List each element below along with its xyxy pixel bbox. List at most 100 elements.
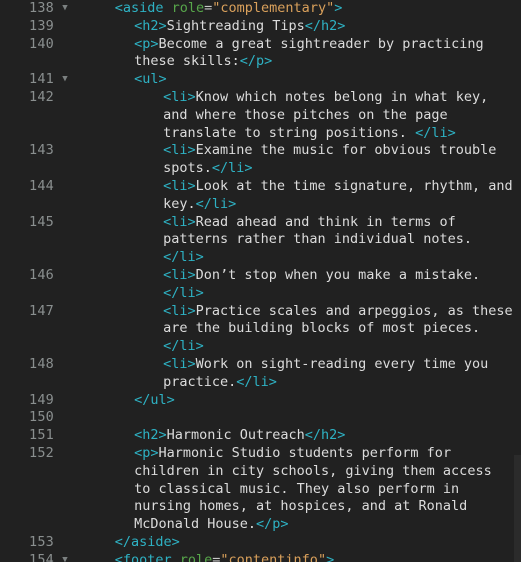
code-line-content[interactable]: <li>Practice scales and arpeggios, as th…	[76, 303, 521, 356]
code-token-text: Sightreading Tips	[166, 17, 305, 34]
line-gutter: 145	[0, 214, 76, 232]
code-line-content[interactable]: <li>Work on sight-reading every time you…	[76, 356, 521, 392]
code-token-tag: <p>	[134, 444, 159, 461]
line-gutter: 138 ▼	[0, 0, 76, 18]
code-token-text: Work on sight-reading every time you pra…	[163, 355, 497, 390]
vertical-scrollbar-thumb[interactable]	[514, 455, 521, 562]
line-gutter: 149	[0, 392, 76, 410]
code-line-content[interactable]	[76, 409, 521, 427]
code-token-tag: </p>	[256, 516, 289, 533]
code-line[interactable]: 151 <h2>Harmonic Outreach</h2>	[0, 427, 521, 445]
code-token-tag: <li>	[163, 302, 196, 319]
code-line-content[interactable]: <li>Don’t stop when you make a mistake. …	[76, 267, 521, 303]
line-gutter: 147	[0, 303, 76, 321]
code-line[interactable]: 138 ▼ <aside role="complementary">	[0, 0, 521, 18]
fold-collapse-icon[interactable]: ▼	[54, 0, 76, 18]
code-line[interactable]: 140 <p>Become a great sightreader by prac…	[0, 36, 521, 72]
line-number: 151	[29, 427, 54, 444]
code-token-attr: role	[179, 551, 213, 562]
code-token-text: Harmonic Outreach	[166, 427, 305, 444]
code-line-content[interactable]: <p>Harmonic Studio students perform for …	[76, 445, 521, 534]
code-token-text: Don’t stop when you make a mistake.	[195, 266, 489, 283]
code-line-content[interactable]: <li>Look at the time signature, rhythm, …	[76, 178, 521, 214]
code-line-content[interactable]: <li>Know which notes belong in what key,…	[76, 89, 521, 142]
code-token-tag: <h2>	[134, 17, 167, 34]
fold-collapse-icon[interactable]: ▼	[54, 71, 76, 89]
line-number: 139	[29, 17, 54, 34]
line-number: 150	[29, 409, 54, 426]
code-token-tag: </li>	[211, 160, 253, 177]
code-token-tag: <li>	[163, 213, 196, 230]
code-line-content[interactable]: <aside role="complementary">	[76, 0, 521, 18]
code-line[interactable]: 147 <li>Practice scales and arpeggios, as…	[0, 303, 521, 356]
line-number: 154	[29, 551, 54, 562]
code-line-content[interactable]: <ul>	[76, 71, 521, 89]
line-number: 147	[29, 302, 54, 319]
code-line[interactable]: 144 <li>Look at the time signature, rhyth…	[0, 178, 521, 214]
line-gutter: 152	[0, 445, 76, 463]
code-line[interactable]: 145 <li>Read ahead and think in terms of …	[0, 214, 521, 267]
line-gutter: 143	[0, 142, 76, 160]
code-token-tag: </aside>	[114, 533, 180, 550]
line-number: 142	[29, 88, 54, 105]
code-token-tag: >	[326, 551, 335, 562]
fold-collapse-icon[interactable]: ▼	[54, 552, 76, 562]
line-gutter: 154 ▼	[0, 552, 76, 562]
code-line-content[interactable]: <p>Become a great sightreader by practic…	[76, 36, 521, 72]
code-line-content[interactable]: <li>Examine the music for obvious troubl…	[76, 142, 521, 178]
line-gutter: 150	[0, 409, 76, 427]
code-token-tag: <h2>	[134, 427, 167, 444]
line-number: 153	[29, 533, 54, 550]
code-token-attr: role	[171, 0, 205, 16]
line-number: 141	[29, 71, 54, 88]
line-number: 146	[29, 266, 54, 283]
code-token-text: Harmonic Studio students perform for chi…	[134, 444, 500, 533]
code-token-tag: </h2>	[304, 17, 346, 34]
line-number: 149	[29, 391, 54, 408]
code-token-text: Become a great sightreader by practicing…	[134, 35, 492, 70]
line-gutter: 146	[0, 267, 76, 285]
line-number: 152	[29, 444, 54, 461]
code-line[interactable]: 152 <p>Harmonic Studio students perform f…	[0, 445, 521, 534]
code-line[interactable]: 149 </ul>	[0, 392, 521, 410]
code-line[interactable]: 142 <li>Know which notes belong in what k…	[0, 89, 521, 142]
line-number: 143	[29, 142, 54, 159]
code-line-content[interactable]: <footer role="contentinfo">	[76, 552, 521, 562]
line-gutter: 139	[0, 18, 76, 36]
code-line[interactable]: 143 <li>Examine the music for obvious tro…	[0, 142, 521, 178]
line-number: 144	[29, 177, 54, 194]
code-line[interactable]: 146 <li>Don’t stop when you make a mistak…	[0, 267, 521, 303]
code-token-tag: </li>	[163, 249, 204, 266]
code-line[interactable]: 139 <h2>Sightreading Tips</h2>	[0, 18, 521, 36]
line-gutter: 142	[0, 89, 76, 107]
code-token-tag: <ul>	[134, 71, 167, 88]
code-token-tag: <li>	[163, 355, 196, 372]
line-gutter: 151	[0, 427, 76, 445]
code-line[interactable]: 150	[0, 409, 521, 427]
code-token-tag: <p>	[134, 35, 159, 52]
code-line[interactable]: 153 </aside>	[0, 534, 521, 552]
code-line[interactable]: 141 ▼ <ul>	[0, 71, 521, 89]
code-line-content[interactable]: <h2>Sightreading Tips</h2>	[76, 18, 521, 36]
vertical-scrollbar-track[interactable]	[514, 0, 521, 562]
line-gutter: 148	[0, 356, 76, 374]
line-number: 140	[29, 35, 54, 52]
code-token-tag: </h2>	[304, 427, 346, 444]
code-line-content[interactable]: </aside>	[76, 534, 521, 552]
code-line-content[interactable]: <li>Read ahead and think in terms of pat…	[76, 214, 521, 267]
code-line-content[interactable]: <h2>Harmonic Outreach</h2>	[76, 427, 521, 445]
line-gutter: 140	[0, 36, 76, 54]
code-token-tag: <li>	[163, 142, 196, 159]
code-token-string: "complementary"	[212, 0, 335, 16]
code-token-tag: <footer	[114, 551, 180, 562]
line-number: 145	[29, 213, 54, 230]
code-token-text: Practice scales and arpeggios, as these …	[163, 302, 521, 337]
line-gutter: 144	[0, 178, 76, 196]
code-line[interactable]: 154 ▼ <footer role="contentinfo">	[0, 552, 521, 562]
code-line[interactable]: 148 <li>Work on sight-reading every time …	[0, 356, 521, 392]
code-token-tag: >	[334, 0, 343, 16]
code-editor[interactable]: 138 ▼ <aside role="complementary"> 139 <h2>S…	[0, 0, 521, 562]
code-token-tag: </li>	[415, 124, 456, 141]
code-line-content[interactable]: </ul>	[76, 392, 521, 410]
code-token-tag: </li>	[163, 338, 204, 355]
